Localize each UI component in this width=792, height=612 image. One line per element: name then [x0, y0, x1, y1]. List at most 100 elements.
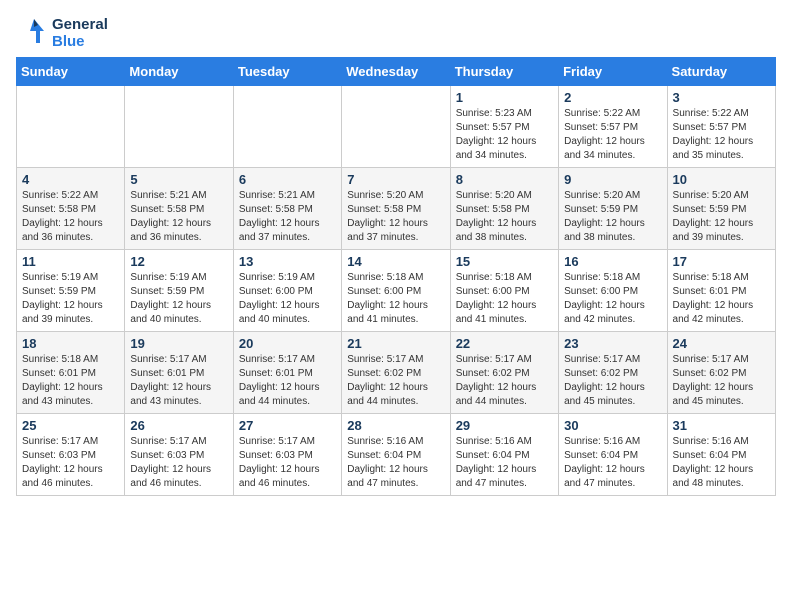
day-number: 11	[22, 254, 119, 269]
day-number: 24	[673, 336, 770, 351]
logo-blue: Blue	[52, 33, 108, 50]
day-number: 21	[347, 336, 444, 351]
calendar-cell: 12 Sunrise: 5:19 AM Sunset: 5:59 PM Dayli…	[125, 249, 233, 331]
day-number: 17	[673, 254, 770, 269]
calendar-cell: 10 Sunrise: 5:20 AM Sunset: 5:59 PM Dayli…	[667, 167, 775, 249]
day-number: 27	[239, 418, 336, 433]
day-detail: Sunrise: 5:20 AM Sunset: 5:59 PM Dayligh…	[564, 189, 661, 245]
day-number: 12	[130, 254, 227, 269]
day-detail: Sunrise: 5:20 AM Sunset: 5:59 PM Dayligh…	[673, 189, 770, 245]
day-detail: Sunrise: 5:18 AM Sunset: 6:01 PM Dayligh…	[673, 271, 770, 327]
day-detail: Sunrise: 5:16 AM Sunset: 6:04 PM Dayligh…	[564, 435, 661, 491]
calendar-cell: 22Sunrise: 5:17 AM Sunset: 6:02 PM Dayli…	[450, 331, 558, 413]
day-detail: Sunrise: 5:18 AM Sunset: 6:00 PM Dayligh…	[564, 271, 661, 327]
day-detail: Sunrise: 5:18 AM Sunset: 6:01 PM Dayligh…	[22, 353, 119, 409]
day-number: 14	[347, 254, 444, 269]
calendar-cell: 6Sunrise: 5:21 AM Sunset: 5:58 PM Daylig…	[233, 167, 341, 249]
logo-bird-icon	[16, 17, 48, 49]
day-detail: Sunrise: 5:16 AM Sunset: 6:04 PM Dayligh…	[456, 435, 553, 491]
day-number: 3	[673, 90, 770, 105]
calendar-cell: 19 Sunrise: 5:17 AM Sunset: 6:01 PM Dayli…	[125, 331, 233, 413]
day-number: 25	[22, 418, 119, 433]
weekday-header-tuesday: Tuesday	[233, 57, 341, 85]
calendar-cell: 9 Sunrise: 5:20 AM Sunset: 5:59 PM Daylig…	[559, 167, 667, 249]
day-detail: Sunrise: 5:19 AM Sunset: 5:59 PM Dayligh…	[22, 271, 119, 327]
day-detail: Sunrise: 5:20 AM Sunset: 5:58 PM Dayligh…	[456, 189, 553, 245]
day-detail: Sunrise: 5:19 AM Sunset: 5:59 PM Dayligh…	[130, 271, 227, 327]
day-number: 28	[347, 418, 444, 433]
day-number: 29	[456, 418, 553, 433]
day-number: 15	[456, 254, 553, 269]
day-number: 23	[564, 336, 661, 351]
calendar-cell: 4Sunrise: 5:22 AM Sunset: 5:58 PM Daylig…	[17, 167, 125, 249]
calendar-cell	[342, 85, 450, 167]
day-detail: Sunrise: 5:20 AM Sunset: 5:58 PM Dayligh…	[347, 189, 444, 245]
day-number: 6	[239, 172, 336, 187]
day-number: 16	[564, 254, 661, 269]
calendar-cell: 29 Sunrise: 5:16 AM Sunset: 6:04 PM Dayli…	[450, 413, 558, 495]
calendar-cell: 27Sunrise: 5:17 AM Sunset: 6:03 PM Dayli…	[233, 413, 341, 495]
day-number: 31	[673, 418, 770, 433]
calendar-cell: 13Sunrise: 5:19 AM Sunset: 6:00 PM Dayli…	[233, 249, 341, 331]
day-detail: Sunrise: 5:22 AM Sunset: 5:57 PM Dayligh…	[673, 107, 770, 163]
day-number: 26	[130, 418, 227, 433]
day-detail: Sunrise: 5:18 AM Sunset: 6:00 PM Dayligh…	[456, 271, 553, 327]
day-number: 19	[130, 336, 227, 351]
day-detail: Sunrise: 5:17 AM Sunset: 6:02 PM Dayligh…	[673, 353, 770, 409]
calendar-cell: 31Sunrise: 5:16 AM Sunset: 6:04 PM Dayli…	[667, 413, 775, 495]
calendar-week-5: 25 Sunrise: 5:17 AM Sunset: 6:03 PM Dayli…	[17, 413, 776, 495]
calendar-cell	[233, 85, 341, 167]
day-number: 30	[564, 418, 661, 433]
day-number: 7	[347, 172, 444, 187]
calendar-cell: 25 Sunrise: 5:17 AM Sunset: 6:03 PM Dayli…	[17, 413, 125, 495]
day-detail: Sunrise: 5:17 AM Sunset: 6:01 PM Dayligh…	[130, 353, 227, 409]
calendar-week-2: 4Sunrise: 5:22 AM Sunset: 5:58 PM Daylig…	[17, 167, 776, 249]
calendar-cell: 11 Sunrise: 5:19 AM Sunset: 5:59 PM Dayli…	[17, 249, 125, 331]
calendar-cell: 28 Sunrise: 5:16 AM Sunset: 6:04 PM Dayli…	[342, 413, 450, 495]
day-number: 8	[456, 172, 553, 187]
day-detail: Sunrise: 5:22 AM Sunset: 5:57 PM Dayligh…	[564, 107, 661, 163]
calendar-cell	[17, 85, 125, 167]
header: General Blue	[16, 16, 776, 51]
calendar-header-row: SundayMondayTuesdayWednesdayThursdayFrid…	[17, 57, 776, 85]
weekday-header-monday: Monday	[125, 57, 233, 85]
calendar-cell: 20Sunrise: 5:17 AM Sunset: 6:01 PM Dayli…	[233, 331, 341, 413]
logo: General Blue	[16, 16, 108, 51]
calendar-cell: 14 Sunrise: 5:18 AM Sunset: 6:00 PM Dayli…	[342, 249, 450, 331]
calendar-cell: 16 Sunrise: 5:18 AM Sunset: 6:00 PM Dayli…	[559, 249, 667, 331]
calendar-week-3: 11 Sunrise: 5:19 AM Sunset: 5:59 PM Dayli…	[17, 249, 776, 331]
day-number: 10	[673, 172, 770, 187]
day-detail: Sunrise: 5:17 AM Sunset: 6:02 PM Dayligh…	[347, 353, 444, 409]
day-number: 22	[456, 336, 553, 351]
day-detail: Sunrise: 5:17 AM Sunset: 6:01 PM Dayligh…	[239, 353, 336, 409]
calendar-cell: 1 Sunrise: 5:23 AM Sunset: 5:57 PM Daylig…	[450, 85, 558, 167]
calendar-cell: 23Sunrise: 5:17 AM Sunset: 6:02 PM Dayli…	[559, 331, 667, 413]
calendar-cell: 30 Sunrise: 5:16 AM Sunset: 6:04 PM Dayli…	[559, 413, 667, 495]
day-detail: Sunrise: 5:17 AM Sunset: 6:03 PM Dayligh…	[130, 435, 227, 491]
calendar-cell: 7 Sunrise: 5:20 AM Sunset: 5:58 PM Daylig…	[342, 167, 450, 249]
day-detail: Sunrise: 5:23 AM Sunset: 5:57 PM Dayligh…	[456, 107, 553, 163]
calendar-cell: 3 Sunrise: 5:22 AM Sunset: 5:57 PM Daylig…	[667, 85, 775, 167]
day-number: 1	[456, 90, 553, 105]
calendar-cell: 2Sunrise: 5:22 AM Sunset: 5:57 PM Daylig…	[559, 85, 667, 167]
day-number: 9	[564, 172, 661, 187]
day-detail: Sunrise: 5:18 AM Sunset: 6:00 PM Dayligh…	[347, 271, 444, 327]
calendar-cell	[125, 85, 233, 167]
weekday-header-saturday: Saturday	[667, 57, 775, 85]
calendar-cell: 18 Sunrise: 5:18 AM Sunset: 6:01 PM Dayli…	[17, 331, 125, 413]
day-number: 5	[130, 172, 227, 187]
weekday-header-friday: Friday	[559, 57, 667, 85]
day-number: 13	[239, 254, 336, 269]
calendar-cell: 17 Sunrise: 5:18 AM Sunset: 6:01 PM Dayli…	[667, 249, 775, 331]
day-detail: Sunrise: 5:16 AM Sunset: 6:04 PM Dayligh…	[347, 435, 444, 491]
calendar-week-4: 18 Sunrise: 5:18 AM Sunset: 6:01 PM Dayli…	[17, 331, 776, 413]
calendar-cell: 21 Sunrise: 5:17 AM Sunset: 6:02 PM Dayli…	[342, 331, 450, 413]
logo-text-block: General Blue	[16, 16, 108, 51]
day-detail: Sunrise: 5:17 AM Sunset: 6:03 PM Dayligh…	[22, 435, 119, 491]
day-detail: Sunrise: 5:22 AM Sunset: 5:58 PM Dayligh…	[22, 189, 119, 245]
weekday-header-sunday: Sunday	[17, 57, 125, 85]
day-number: 18	[22, 336, 119, 351]
calendar-table: SundayMondayTuesdayWednesdayThursdayFrid…	[16, 57, 776, 496]
calendar-cell: 8 Sunrise: 5:20 AM Sunset: 5:58 PM Daylig…	[450, 167, 558, 249]
calendar-cell: 15 Sunrise: 5:18 AM Sunset: 6:00 PM Dayli…	[450, 249, 558, 331]
